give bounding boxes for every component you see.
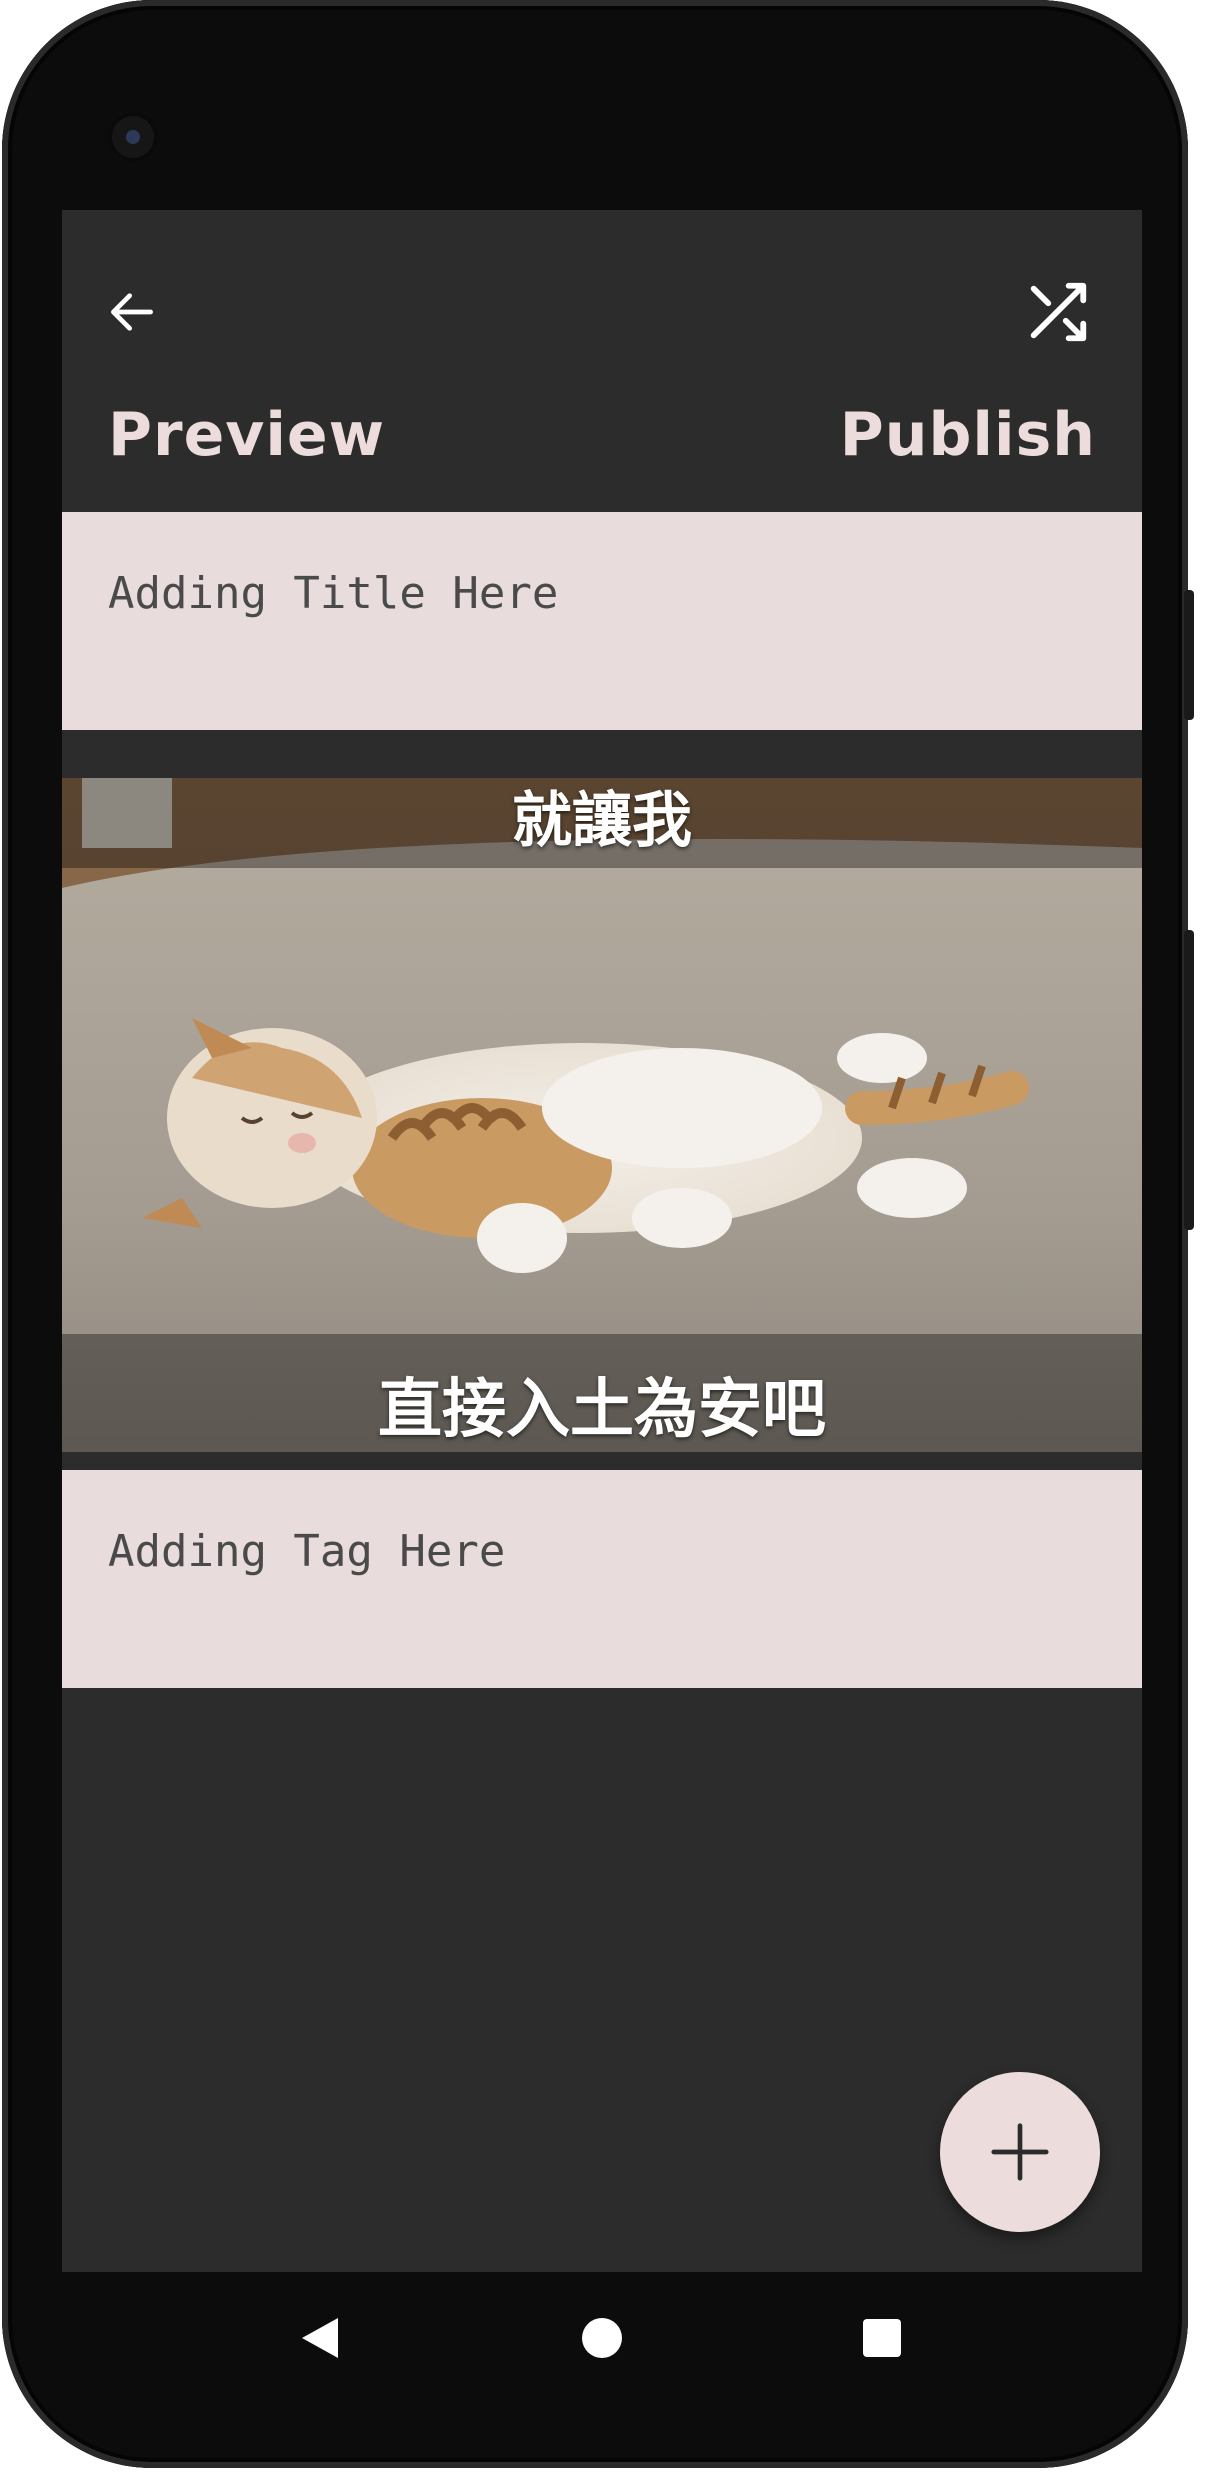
- meme-bottom-caption: 直接入土為安吧: [378, 1373, 826, 1447]
- top-bar: Preview Publish: [62, 210, 1142, 512]
- power-button: [1184, 590, 1194, 720]
- meme-image: 就讓我 直接入土為安吧: [62, 778, 1142, 1452]
- app-screen: Preview Publish Adding Title Here 就讓我 直接…: [62, 210, 1142, 2272]
- tag-input-placeholder: Adding Tag Here: [108, 1526, 506, 1577]
- volume-button: [1184, 930, 1194, 1230]
- arrow-left-icon: [111, 293, 154, 331]
- sleeping-kitten-photo: [62, 778, 1142, 1452]
- publish-button[interactable]: Publish: [840, 400, 1096, 470]
- plus-icon: [991, 2123, 1049, 2181]
- back-button[interactable]: [92, 272, 172, 352]
- front-camera: [108, 112, 158, 162]
- add-button[interactable]: [940, 2072, 1100, 2232]
- phone-frame: Preview Publish Adding Title Here 就讓我 直接…: [2, 0, 1194, 2468]
- system-nav-bar: [62, 2272, 1142, 2402]
- nav-back-icon: [302, 2318, 338, 2358]
- nav-recents-button[interactable]: [858, 2314, 906, 2362]
- nav-back-button[interactable]: [296, 2314, 344, 2362]
- shuffle-button[interactable]: [1017, 272, 1097, 352]
- title-input[interactable]: Adding Title Here: [62, 512, 1142, 730]
- tag-input[interactable]: Adding Tag Here: [62, 1470, 1142, 1688]
- nav-home-button[interactable]: [578, 2314, 626, 2362]
- nav-home-icon: [582, 2318, 622, 2358]
- preview-title: Preview: [108, 400, 386, 470]
- shuffle-icon: [1030, 282, 1087, 342]
- title-input-placeholder: Adding Title Here: [108, 568, 559, 619]
- nav-recents-icon: [863, 2319, 901, 2357]
- meme-top-caption: 就讓我: [512, 786, 692, 856]
